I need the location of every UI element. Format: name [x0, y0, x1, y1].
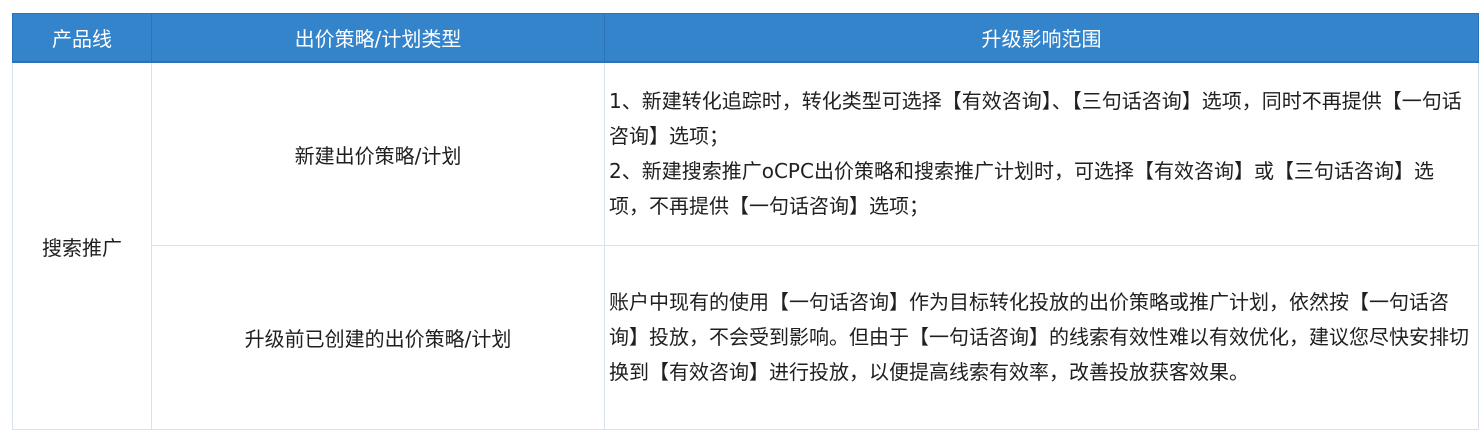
header-product-line: 产品线 [12, 13, 152, 63]
impact-paragraph: 1、新建转化追踪时，转化类型可选择【有效咨询】、【三句话咨询】选项，同时不再提供… [609, 89, 1462, 148]
table-body: 搜索推广 新建出价策略/计划 1、新建转化追踪时，转化类型可选择【有效咨询】、【… [12, 61, 1479, 430]
header-bid-strategy-type: 出价策略/计划类型 [151, 13, 605, 63]
impact-paragraph: 2、新建搜索推广oCPC出价策略和搜索推广计划时，可选择【有效咨询】或【三句话咨… [609, 159, 1434, 218]
cell-impact-new: 1、新建转化追踪时，转化类型可选择【有效咨询】、【三句话咨询】选项，同时不再提供… [604, 61, 1479, 246]
cell-impact-existing: 账户中现有的使用【一句话咨询】作为目标转化投放的出价策略或推广计划，依然按【一句… [604, 245, 1479, 430]
upgrade-scope-table: 产品线 出价策略/计划类型 升级影响范围 搜索推广 新建出价策略/计划 1、新建… [12, 13, 1479, 430]
table-header: 产品线 出价策略/计划类型 升级影响范围 [12, 13, 1479, 63]
table-row: 升级前已创建的出价策略/计划 账户中现有的使用【一句话咨询】作为目标转化投放的出… [13, 245, 1479, 430]
impact-paragraph: 账户中现有的使用【一句话咨询】作为目标转化投放的出价策略或推广计划，依然按【一句… [609, 290, 1469, 384]
table-row: 搜索推广 新建出价策略/计划 1、新建转化追踪时，转化类型可选择【有效咨询】、【… [12, 61, 1479, 430]
cell-type-new: 新建出价策略/计划 [151, 61, 605, 246]
cell-product-line: 搜索推广 [12, 61, 152, 430]
header-row: 产品线 出价策略/计划类型 升级影响范围 [12, 13, 1479, 63]
cell-type-existing: 升级前已创建的出价策略/计划 [151, 245, 605, 430]
header-upgrade-impact: 升级影响范围 [604, 13, 1479, 63]
